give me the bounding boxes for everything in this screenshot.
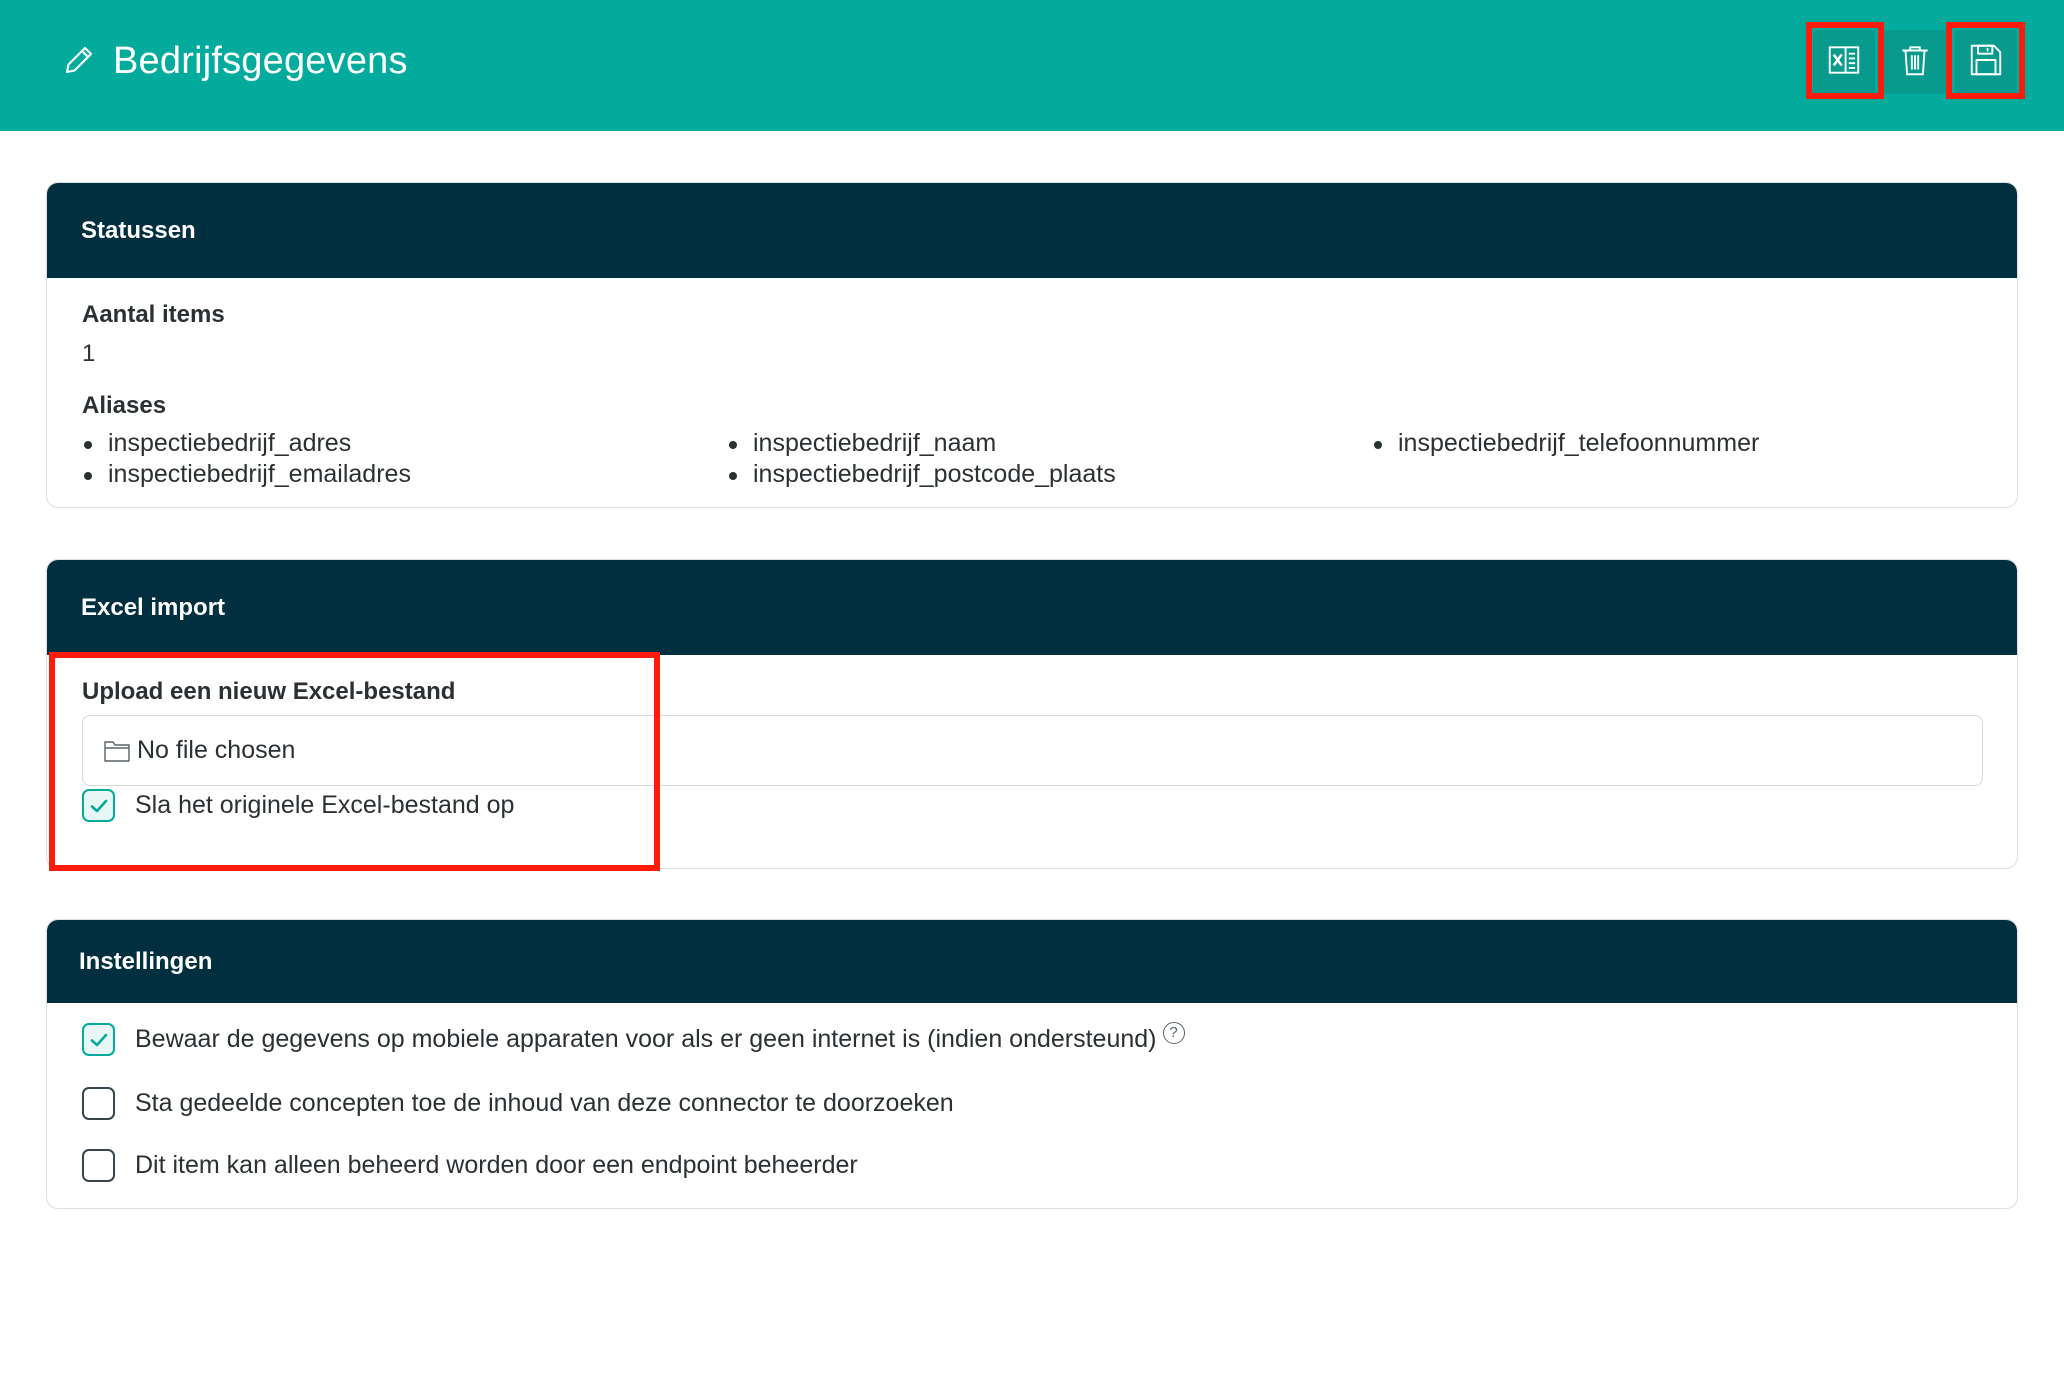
- page-title: Bedrijfsgegevens: [113, 40, 408, 82]
- items-label: Aantal items: [82, 301, 225, 328]
- page-header: Bedrijfsgegevens: [0, 0, 2064, 131]
- save-button[interactable]: [1955, 30, 2017, 94]
- list-item: inspectiebedrijf_adres: [82, 429, 351, 458]
- pencil-icon[interactable]: [61, 42, 97, 78]
- excel-import-card: Excel import Upload een nieuw Excel-best…: [46, 559, 2018, 869]
- statussen-card: Statussen Aantal items 1 Aliases inspect…: [46, 182, 2018, 508]
- endpoint-admin-label: Dit item kan alleen beheerd worden door …: [135, 1151, 858, 1179]
- offline-checkbox[interactable]: [82, 1023, 115, 1056]
- keep-original-checkbox-row[interactable]: Sla het originele Excel-bestand op: [82, 789, 514, 822]
- upload-label: Upload een nieuw Excel-bestand: [82, 678, 456, 705]
- setting-row-shared-concepts[interactable]: Sta gedeelde concepten toe de inhoud van…: [82, 1087, 954, 1120]
- file-upload-input[interactable]: No file chosen: [82, 715, 1983, 786]
- setting-row-offline[interactable]: Bewaar de gegevens op mobiele apparaten …: [82, 1021, 1185, 1056]
- floppy-disk-icon: [1967, 41, 2005, 84]
- list-item: inspectiebedrijf_emailadres: [82, 460, 411, 489]
- statussen-title: Statussen: [47, 183, 2017, 278]
- trash-icon: [1896, 41, 1934, 84]
- endpoint-admin-checkbox[interactable]: [82, 1149, 115, 1182]
- excel-import-title: Excel import: [47, 560, 2017, 655]
- file-placeholder: No file chosen: [137, 736, 296, 764]
- folder-icon: [103, 738, 131, 764]
- aliases-label: Aliases: [82, 392, 167, 419]
- list-item: inspectiebedrijf_postcode_plaats: [727, 460, 1116, 489]
- delete-button[interactable]: [1884, 30, 1946, 94]
- items-value: 1: [82, 340, 96, 367]
- excel-export-button[interactable]: [1813, 30, 1875, 94]
- shared-concepts-label: Sta gedeelde concepten toe de inhoud van…: [135, 1089, 954, 1117]
- keep-original-label: Sla het originele Excel-bestand op: [135, 791, 515, 819]
- keep-original-checkbox[interactable]: [82, 789, 115, 822]
- list-item: inspectiebedrijf_naam: [727, 429, 996, 458]
- instellingen-card: Instellingen Bewaar de gegevens op mobie…: [46, 919, 2018, 1209]
- instellingen-title: Instellingen: [47, 920, 2017, 1003]
- list-item: inspectiebedrijf_telefoonnummer: [1372, 429, 1759, 458]
- offline-label: Bewaar de gegevens op mobiele apparaten …: [135, 1025, 1157, 1053]
- help-icon[interactable]: ?: [1162, 1021, 1185, 1044]
- setting-row-endpoint-admin[interactable]: Dit item kan alleen beheerd worden door …: [82, 1149, 858, 1182]
- excel-file-icon: [1825, 41, 1863, 84]
- shared-concepts-checkbox[interactable]: [82, 1087, 115, 1120]
